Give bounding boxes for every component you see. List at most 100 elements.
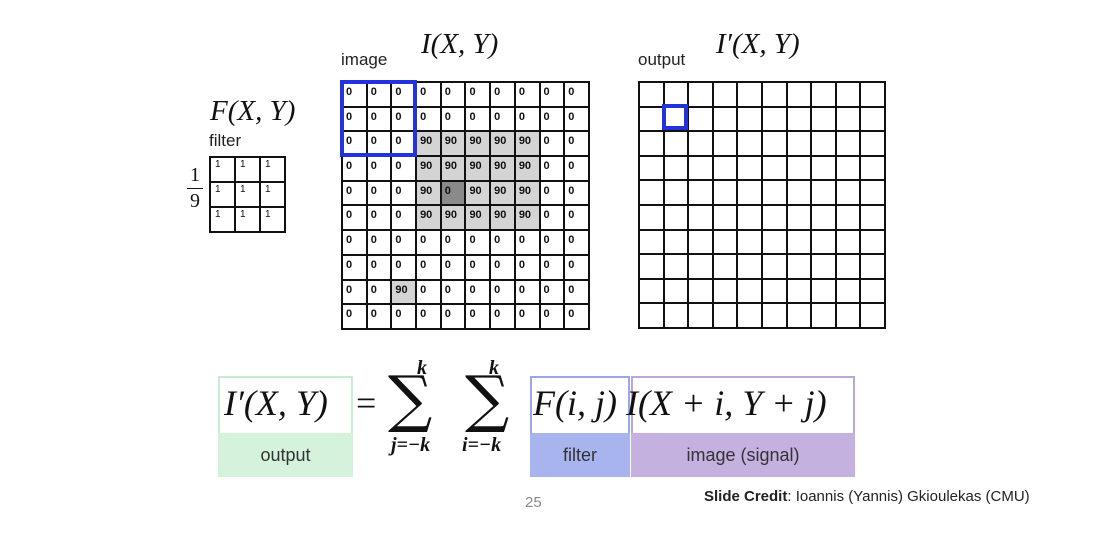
- filter-cell: 1: [260, 207, 285, 232]
- image-cell: 0: [490, 279, 515, 305]
- output-cell: [835, 82, 861, 107]
- output-cell: [860, 229, 885, 255]
- image-label: image: [341, 50, 388, 69]
- image-cell: 0: [564, 254, 589, 280]
- output-cell: [737, 155, 762, 181]
- image-cell: 0: [564, 180, 589, 206]
- image-cell: 90: [514, 131, 540, 157]
- output-cell: [786, 204, 812, 230]
- image-cell: 0: [539, 180, 565, 206]
- image-cell: 90: [514, 180, 540, 206]
- image-cell: 0: [416, 279, 441, 305]
- output-cell: [786, 303, 812, 328]
- image-cell: 0: [465, 82, 491, 107]
- output-cell: [860, 204, 885, 230]
- output-cell: [737, 303, 762, 328]
- fraction-bar: [187, 188, 203, 189]
- output-cell: [761, 180, 787, 205]
- image-title: I(X, Y): [421, 28, 499, 60]
- image-cell: 0: [366, 205, 392, 231]
- output-cell: [811, 278, 836, 304]
- output-cell: [761, 303, 787, 328]
- output-cell: [639, 180, 664, 205]
- output-cell: [860, 131, 885, 156]
- image-cell: 0: [539, 106, 565, 132]
- output-cell: [761, 204, 787, 230]
- output-cell: [663, 204, 689, 230]
- image-cell: 90: [416, 131, 441, 157]
- image-cell: 90: [440, 131, 466, 157]
- output-cell: [761, 254, 787, 279]
- output-tag: output: [218, 433, 353, 477]
- output-cell: [811, 303, 836, 328]
- filter-cell: 1: [210, 182, 235, 207]
- output-cell: [737, 106, 762, 132]
- image-cell: 0: [465, 279, 491, 305]
- filter-title: F(X, Y): [210, 95, 296, 127]
- output-cell: [737, 204, 762, 230]
- output-cell: [663, 155, 689, 181]
- image-cell: 0: [440, 254, 466, 280]
- image-cell: 0: [342, 254, 367, 280]
- filter-cell: 1: [235, 157, 260, 182]
- filter-grid: 111111111: [209, 156, 286, 233]
- image-cell: 0: [416, 230, 441, 255]
- output-cell: [737, 254, 762, 279]
- image-cell: 0: [366, 156, 392, 181]
- formula-filter-term: F(i, j): [533, 383, 617, 423]
- image-cell: 0: [490, 254, 515, 280]
- image-cell: 0: [416, 106, 441, 132]
- image-cell: 0: [564, 82, 589, 107]
- output-cell: [688, 229, 713, 255]
- output-cell: [688, 303, 713, 328]
- output-cell: [761, 155, 787, 181]
- image-cell: 0: [366, 230, 392, 255]
- image-cell: 90: [440, 156, 466, 181]
- image-cell: 0: [564, 304, 589, 329]
- image-cell: 0: [514, 230, 540, 255]
- output-cell: [688, 106, 713, 132]
- image-cell: 0: [539, 131, 565, 157]
- image-cell: 90: [465, 205, 491, 231]
- image-cell: 0: [465, 304, 491, 329]
- image-cell: 0: [366, 254, 392, 280]
- output-cell: [639, 254, 664, 279]
- image-cell: 0: [564, 230, 589, 255]
- output-cell: [712, 131, 738, 156]
- image-cell: 0: [391, 156, 417, 181]
- output-cell: [688, 278, 713, 304]
- formula-image-term: I(X + i, Y + j): [626, 383, 827, 423]
- output-cell: [639, 204, 664, 230]
- filter-cell: 1: [210, 207, 235, 232]
- image-cell: 90: [465, 131, 491, 157]
- image-cell: 0: [564, 205, 589, 231]
- output-cell: [786, 229, 812, 255]
- output-pixel-highlight: [662, 104, 688, 130]
- sum-i-symbol: ∑: [465, 362, 510, 435]
- output-cell: [835, 155, 861, 181]
- image-cell: 90: [465, 180, 491, 206]
- image-cell: 0: [564, 106, 589, 132]
- image-cell: 90: [514, 156, 540, 181]
- image-cell: 0: [391, 230, 417, 255]
- output-cell: [811, 155, 836, 181]
- image-cell: 0: [564, 131, 589, 157]
- output-cell: [835, 106, 861, 132]
- image-cell: 0: [366, 279, 392, 305]
- output-cell: [835, 229, 861, 255]
- output-cell: [786, 254, 812, 279]
- image-cell: 0: [342, 304, 367, 329]
- output-cell: [712, 278, 738, 304]
- filter-cell: 1: [260, 157, 285, 182]
- output-cell: [761, 131, 787, 156]
- output-cell: [663, 131, 689, 156]
- output-cell: [712, 204, 738, 230]
- image-cell: 0: [342, 230, 367, 255]
- output-cell: [737, 278, 762, 304]
- image-cell: 0: [416, 82, 441, 107]
- output-cell: [811, 204, 836, 230]
- output-cell: [737, 131, 762, 156]
- output-cell: [663, 180, 689, 205]
- image-cell: 0: [440, 230, 466, 255]
- output-cell: [663, 229, 689, 255]
